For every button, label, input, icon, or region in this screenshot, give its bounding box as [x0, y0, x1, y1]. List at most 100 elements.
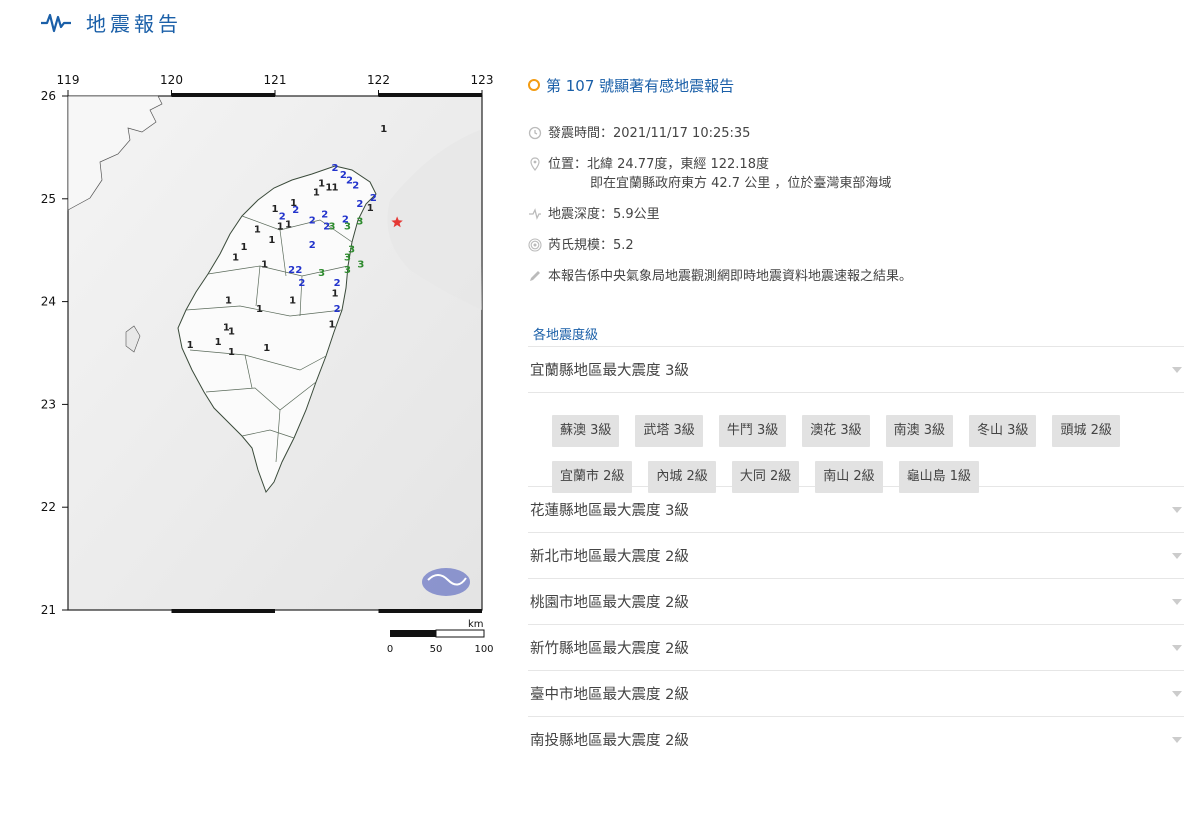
region-header[interactable]: 臺中市地區最大震度 2級 [528, 671, 1184, 716]
intensity-mark: 1 [272, 204, 279, 215]
station-chip: 澳花 3級 [802, 415, 870, 447]
lon-tick-label: 122 [367, 73, 390, 87]
chevron-down-icon [1172, 506, 1182, 513]
region-nantou: 南投縣地區最大震度 2級 [528, 716, 1184, 762]
region-header[interactable]: 花蓮縣地區最大震度 3級 [528, 487, 1184, 532]
intensity-mark: 1 [313, 188, 320, 199]
intensity-mark: 3 [357, 260, 364, 271]
intensity-mark: 1 [240, 242, 247, 253]
intensity-mark: 1 [367, 203, 374, 214]
intensity-mark: 2 [292, 205, 299, 216]
magnitude-value: 芮氏規模：5.2 [548, 238, 634, 253]
lat-tick-label: 23 [41, 397, 56, 411]
station-chip: 龜山島 1級 [898, 461, 980, 493]
region-header[interactable]: 宜蘭縣地區最大震度 3級 [528, 347, 1184, 392]
page-title: 地震報告 [86, 12, 182, 36]
lat-tick-label: 21 [41, 603, 56, 617]
report-info: 發震時間：2021/11/17 10:25:35 位置：北緯 24.77度，東經… [528, 124, 1184, 286]
intensity-mark: 1 [328, 319, 335, 330]
station-chip: 武塔 3級 [635, 415, 703, 447]
station-chip: 大同 2級 [731, 461, 800, 493]
chevron-down-icon [1172, 736, 1182, 743]
intensity-mark: 1 [261, 260, 268, 271]
scale-bar: km 0 50 100 [387, 619, 494, 655]
location-pin-icon [530, 157, 540, 171]
bullet-circle-icon [528, 79, 540, 91]
region-yilan: 宜蘭縣地區最大震度 3級 蘇澳 3級 武塔 3級 牛鬥 3級 澳花 3級 南澳 … [528, 346, 1184, 493]
report-note: 本報告係中央氣象局地震觀測網即時地震資料地震速報之結果。 [548, 269, 913, 284]
station-chip: 蘇澳 3級 [552, 415, 620, 447]
lon-tick-label: 123 [471, 73, 494, 87]
station-chip: 內城 2級 [648, 461, 716, 493]
intensity-mark: 1 [187, 340, 194, 351]
intensity-mark: 1 [289, 296, 296, 307]
intensity-mark: 2 [321, 209, 328, 220]
intensity-mark: 2 [356, 199, 363, 210]
chevron-down-icon [1172, 598, 1182, 605]
intensity-map[interactable]: 1222211112211122112223233111233311222332… [30, 70, 510, 670]
intensity-mark: 1 [228, 326, 235, 337]
intensity-mark: 1 [332, 288, 339, 299]
region-taichung: 臺中市地區最大震度 2級 [528, 670, 1184, 716]
intensity-mark: 3 [328, 222, 335, 233]
intensity-mark: 1 [256, 304, 263, 315]
intensity-mark: 3 [318, 268, 325, 279]
intensity-mark: 3 [344, 252, 351, 263]
scale-label-50: 50 [430, 644, 443, 655]
region-header[interactable]: 桃園市地區最大震度 2級 [528, 579, 1184, 624]
intensity-mark: 1 [285, 220, 292, 231]
chevron-down-icon [1172, 552, 1182, 559]
chevron-down-icon [1172, 644, 1182, 651]
chevron-down-icon [1172, 366, 1182, 373]
intensity-mark: 2 [295, 265, 302, 276]
report-title: 第 107 號顯著有感地震報告 [528, 70, 1184, 100]
region-accordion: 宜蘭縣地區最大震度 3級 蘇澳 3級 武塔 3級 牛鬥 3級 澳花 3級 南澳 … [528, 346, 1184, 762]
pencil-icon [530, 271, 540, 281]
region-header[interactable]: 新竹縣地區最大震度 2級 [528, 625, 1184, 670]
station-chip: 牛鬥 3級 [718, 415, 787, 447]
station-chip: 南澳 3級 [885, 415, 954, 447]
seismic-wave-icon [41, 13, 71, 32]
lat-tick-label: 22 [41, 500, 56, 514]
intensity-mark: 3 [356, 217, 363, 228]
region-new-taipei: 新北市地區最大震度 2級 [528, 532, 1184, 578]
lon-tick-label: 119 [57, 73, 80, 87]
lat-tick-label: 24 [41, 295, 56, 309]
region-header[interactable]: 南投縣地區最大震度 2級 [528, 717, 1184, 762]
region-hsinchu: 新竹縣地區最大震度 2級 [528, 624, 1184, 670]
location-relative: 即在宜蘭縣政府東方 42.7 公里 ，位於臺灣東部海域 [590, 176, 892, 191]
clock-icon [528, 126, 542, 140]
intensity-mark: 1 [215, 337, 222, 348]
lat-tick-label: 25 [41, 192, 56, 206]
intensity-mark: 2 [288, 265, 295, 276]
intensity-mark: 1 [268, 235, 275, 246]
intensity-mark: 2 [309, 215, 316, 226]
chevron-down-icon [1172, 690, 1182, 697]
intensity-mark: 3 [344, 222, 351, 233]
magnitude-icon [528, 238, 542, 252]
lat-tick-label: 26 [41, 89, 56, 103]
station-chip: 南山 2級 [815, 461, 883, 493]
intensity-mark: 2 [332, 163, 339, 174]
intensity-mark: 2 [298, 278, 305, 289]
scale-label-100: 100 [474, 644, 493, 655]
intensity-mark: 1 [277, 222, 284, 233]
scale-label-0: 0 [387, 644, 393, 655]
scale-unit: km [468, 619, 484, 630]
region-header[interactable]: 新北市地區最大震度 2級 [528, 533, 1184, 578]
intensity-mark: 2 [309, 240, 316, 251]
intensity-mark: 1 [263, 343, 270, 354]
focal-depth: 地震深度：5.9公里 [548, 207, 660, 222]
station-chip: 頭城 2級 [1052, 415, 1120, 447]
location-coords: 位置：北緯 24.77度，東經 122.18度 [548, 157, 769, 172]
intensity-mark: 1 [225, 296, 232, 307]
page-header: 地震報告 [40, 8, 182, 37]
intensity-mark: 1 [232, 252, 239, 263]
station-list: 蘇澳 3級 武塔 3級 牛鬥 3級 澳花 3級 南澳 3級 冬山 3級 頭城 2… [528, 392, 1184, 493]
intensity-mark: 1 [332, 183, 339, 194]
lon-tick-label: 121 [264, 73, 287, 87]
intensity-mark: 2 [334, 304, 341, 315]
intensity-mark: 1 [228, 347, 235, 358]
depth-icon [529, 208, 541, 220]
origin-time: 發震時間：2021/11/17 10:25:35 [548, 126, 751, 141]
